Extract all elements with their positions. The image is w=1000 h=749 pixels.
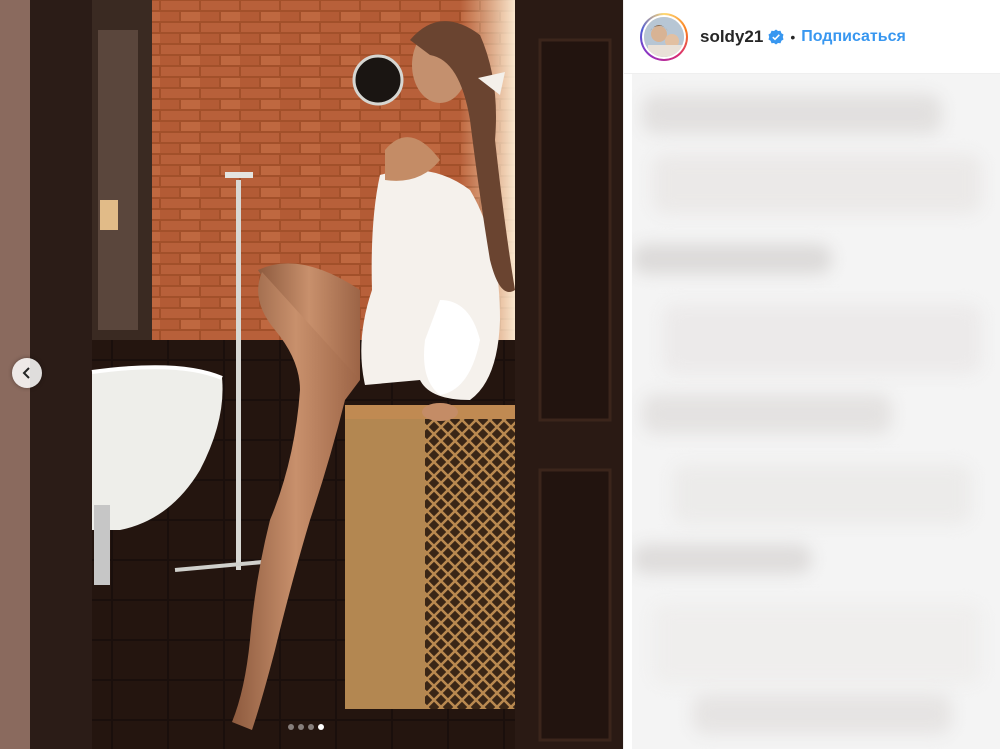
bathroom-photo (0, 0, 623, 749)
header-separator: • (790, 28, 796, 45)
verified-badge-icon (768, 29, 784, 44)
carousel-prev-button[interactable] (12, 358, 42, 388)
post-photo[interactable] (0, 0, 623, 749)
avatar-ring (642, 14, 686, 59)
avatar[interactable] (640, 12, 688, 61)
avatar-picture (644, 16, 684, 57)
carousel-dot (308, 724, 314, 730)
chevron-left-icon (22, 367, 30, 379)
post-sidebar: soldy21 • Подписаться (623, 0, 1000, 749)
avatar-image (644, 16, 684, 57)
carousel-dot (288, 724, 294, 730)
carousel-dot-active (318, 724, 324, 730)
carousel-dot (298, 724, 304, 730)
carousel-indicator (288, 724, 324, 730)
post-header: soldy21 • Подписаться (624, 0, 1000, 74)
username-link[interactable]: soldy21 (700, 27, 763, 47)
comments-area-blurred (632, 74, 1000, 749)
follow-button[interactable]: Подписаться (801, 28, 906, 46)
